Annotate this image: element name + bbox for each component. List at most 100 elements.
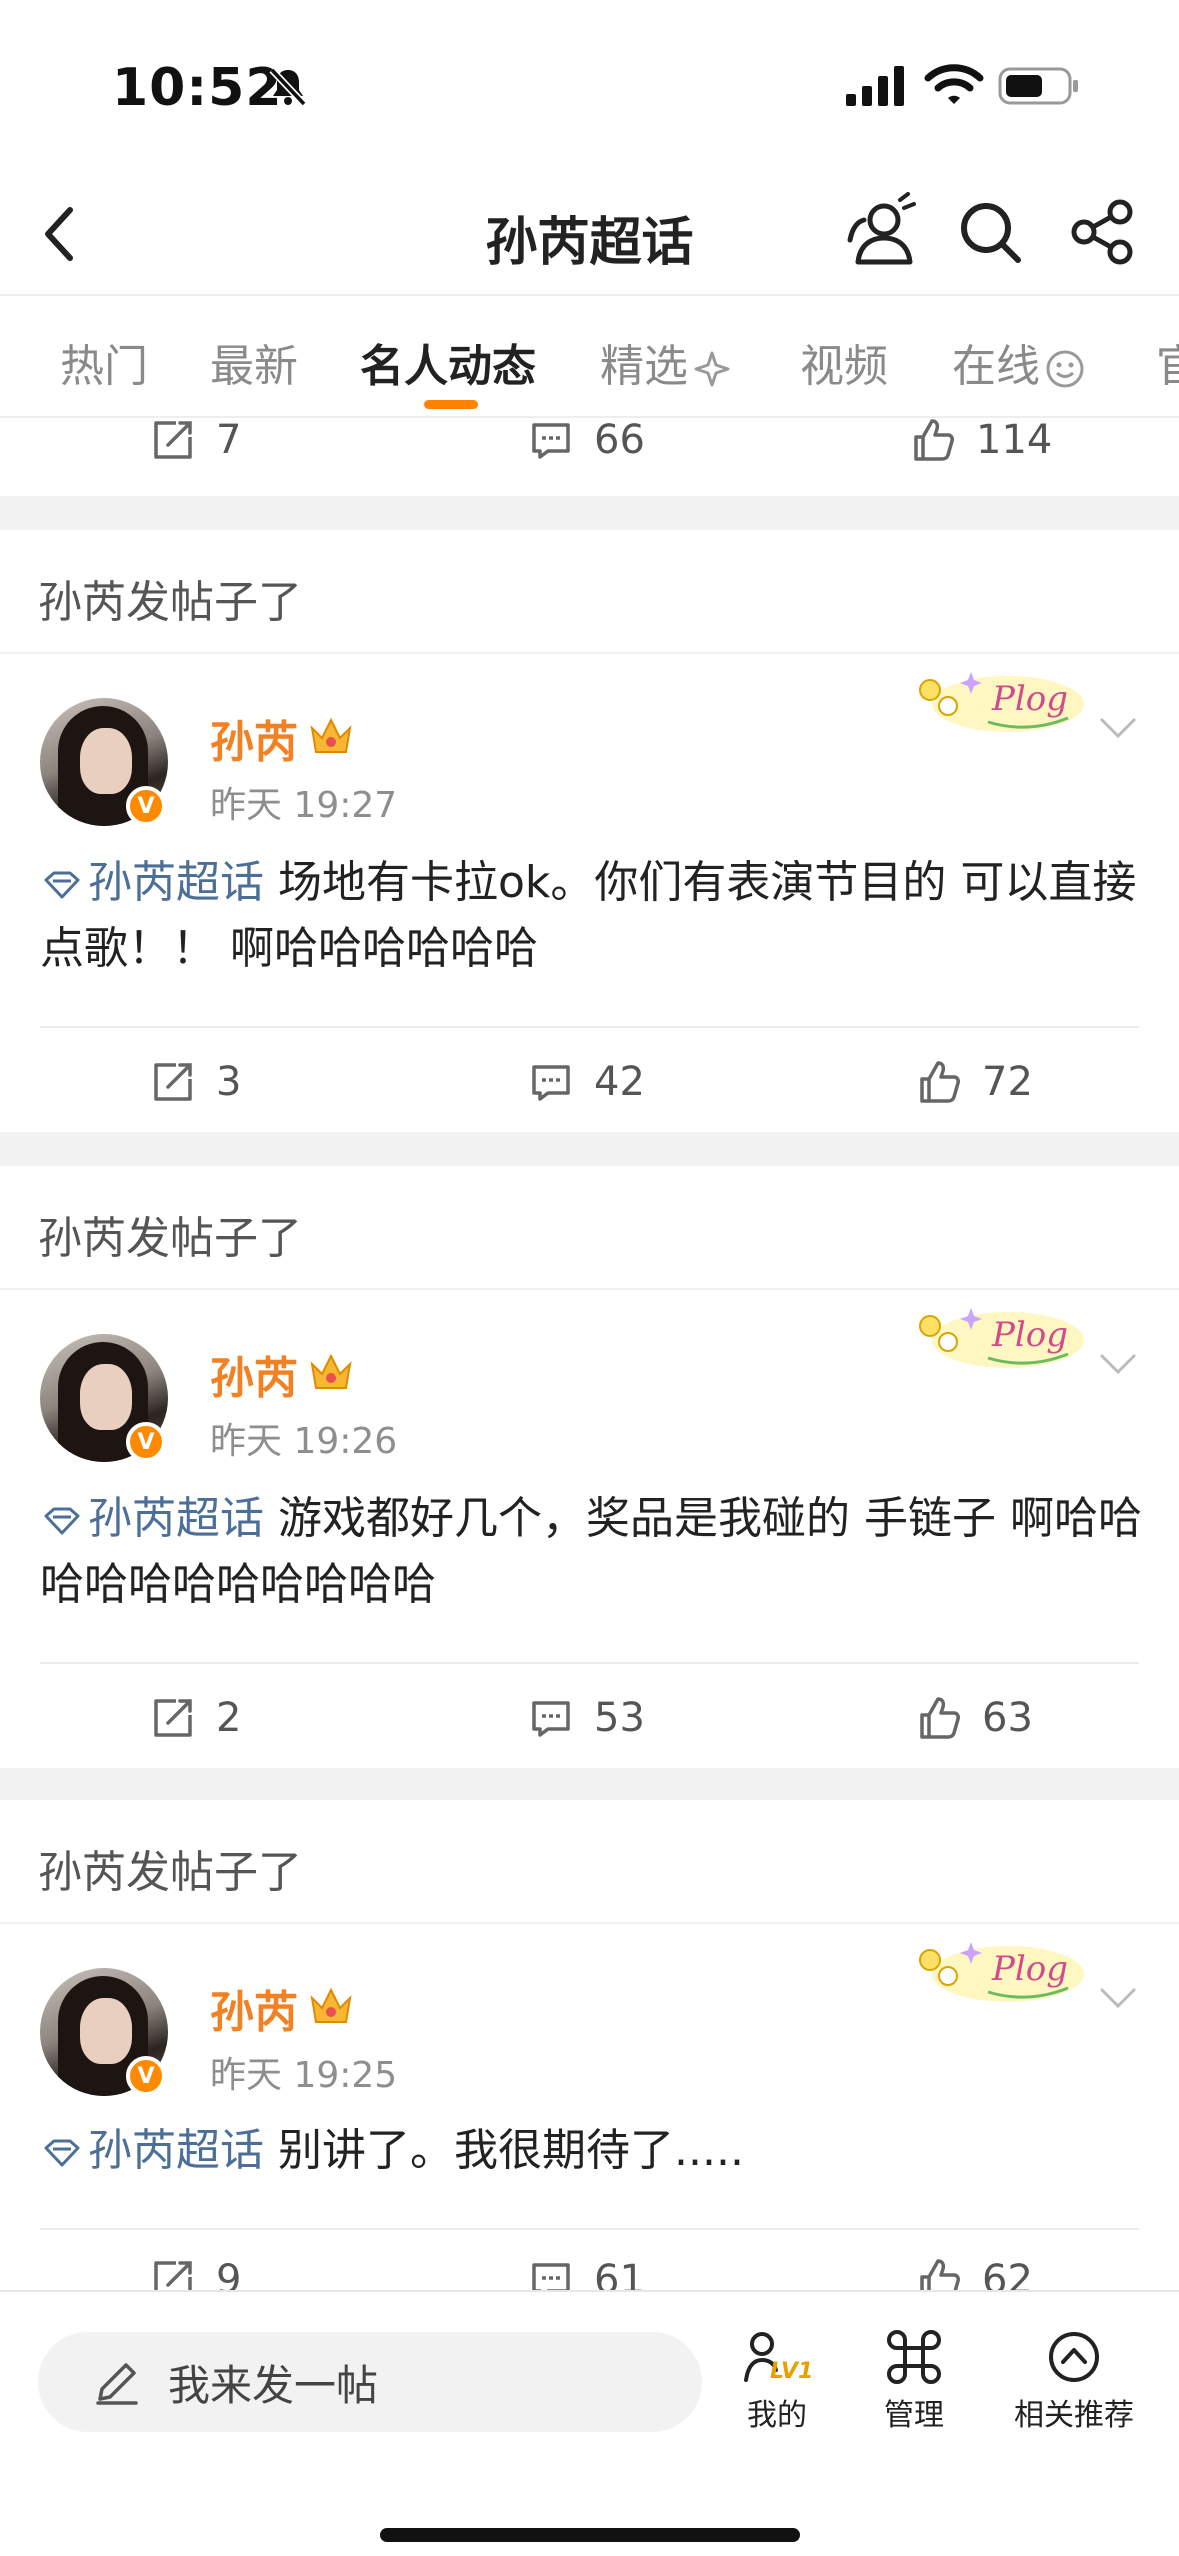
- comment-icon: [532, 1065, 570, 1101]
- author-name[interactable]: 孙芮: [210, 1342, 298, 1406]
- divider: [40, 1662, 1139, 1664]
- comment-count: 66: [594, 417, 645, 463]
- svg-text:Plog: Plog: [991, 1315, 1068, 1355]
- tab-official[interactable]: 官: [1156, 330, 1179, 394]
- divider: [0, 1922, 1179, 1924]
- author-name[interactable]: 孙芮: [210, 706, 298, 770]
- post-content: 孙芮超话 别讲了。我很期待了.....: [40, 2118, 1150, 2184]
- post-content: 孙芮超话 场地有卡拉ok。你们有表演节目的 可以直接点歌！！ 啊哈哈哈哈哈哈: [40, 850, 1150, 982]
- post-time: 昨天 19:26: [210, 1421, 398, 1462]
- user-level-icon: LV1: [744, 2332, 813, 2384]
- nav-mine-label: 我的: [747, 2398, 807, 2433]
- topic-link[interactable]: 孙芮超话: [40, 1493, 264, 1544]
- comment-count: 42: [594, 1059, 645, 1105]
- repost-count: 3: [216, 1059, 242, 1105]
- comment-button[interactable]: 66: [528, 390, 645, 490]
- cellular-signal-icon: [846, 66, 904, 106]
- verified-badge: V: [126, 2056, 166, 2096]
- section-header: 孙芮发帖子了: [38, 1847, 302, 1898]
- comment-icon: [532, 1701, 570, 1737]
- post-actions: 7 66 114: [0, 390, 1179, 490]
- section-header: 孙芮发帖子了: [38, 577, 302, 628]
- search-icon[interactable]: [952, 194, 1028, 270]
- repost-count: 2: [216, 1695, 242, 1741]
- svg-text:Plog: Plog: [991, 679, 1068, 719]
- thumbs-up-icon: [914, 419, 954, 461]
- svg-text:LV1: LV1: [770, 2359, 813, 2384]
- members-icon[interactable]: [838, 190, 920, 274]
- comment-count: 53: [594, 1695, 645, 1741]
- compose-post-button[interactable]: 我来发一帖: [38, 2332, 702, 2432]
- battery-icon: [998, 67, 1078, 105]
- like-button[interactable]: 72: [916, 1032, 1033, 1132]
- verified-badge: V: [126, 786, 166, 826]
- nav-related-recommend[interactable]: 相关推荐: [1004, 2328, 1144, 2434]
- command-icon: [887, 2330, 941, 2384]
- chevron-down-icon[interactable]: [1098, 1352, 1138, 1378]
- like-count: 72: [982, 1059, 1033, 1105]
- post-card: 孙芮发帖子了 V 孙芮 昨天 19:26 Plog 孙芮超话 游戏都好几个，奖品…: [0, 1166, 1179, 1768]
- post-card: 孙芮发帖子了 V 孙芮 昨天 19:27 Plog 孙芮超话 场地有卡拉ok。你…: [0, 530, 1179, 1132]
- wifi-icon: [924, 64, 984, 104]
- section-header: 孙芮发帖子了: [38, 1213, 302, 1264]
- topic-name: 孙芮超话: [88, 857, 264, 908]
- smiley-icon: [1046, 350, 1084, 388]
- chevron-up-circle-icon: [1049, 2332, 1099, 2382]
- like-count: 63: [982, 1695, 1033, 1741]
- pencil-icon: [96, 2363, 138, 2405]
- like-button[interactable]: 63: [916, 1668, 1033, 1768]
- nav-recommend-label: 相关推荐: [1014, 2398, 1134, 2433]
- comment-button[interactable]: 53: [528, 1668, 645, 1768]
- repost-button[interactable]: 3: [150, 1032, 241, 1132]
- thumbs-up-icon: [920, 1697, 960, 1739]
- tab-latest[interactable]: 最新: [210, 330, 298, 394]
- topic-diamond-icon: [44, 2139, 80, 2167]
- tab-video[interactable]: 视频: [800, 330, 888, 394]
- tab-online[interactable]: 在线: [952, 330, 1086, 394]
- like-button[interactable]: 114: [910, 390, 1052, 490]
- bottom-bar: 我来发一帖 LV1 我的 管理 相关推荐: [0, 2290, 1179, 2556]
- sparkle-icon: [694, 351, 730, 387]
- plog-sticker: Plog: [919, 672, 1084, 732]
- repost-button[interactable]: 2: [150, 1668, 241, 1768]
- crown-icon: [310, 1353, 352, 1389]
- tab-online-label: 在线: [952, 341, 1040, 392]
- bell-muted-icon: [269, 67, 307, 107]
- topic-diamond-icon: [44, 1507, 80, 1535]
- verified-badge: V: [126, 1422, 166, 1462]
- chevron-down-icon[interactable]: [1098, 716, 1138, 742]
- compose-placeholder: 我来发一帖: [168, 2360, 379, 2410]
- topic-link[interactable]: 孙芮超话: [40, 857, 264, 908]
- topic-diamond-icon: [44, 871, 80, 899]
- chevron-down-icon[interactable]: [1098, 1986, 1138, 2012]
- divider: [0, 652, 1179, 654]
- post-time: 昨天 19:25: [210, 2055, 398, 2096]
- crown-icon: [310, 1987, 352, 2023]
- repost-icon: [154, 1063, 192, 1101]
- tab-featured[interactable]: 精选: [600, 330, 732, 394]
- comment-button[interactable]: 42: [528, 1032, 645, 1132]
- post-actions: 3 42 72: [0, 1032, 1179, 1132]
- topic-name: 孙芮超话: [88, 2125, 264, 2176]
- comment-icon: [532, 423, 570, 459]
- repost-icon: [154, 1699, 192, 1737]
- share-icon[interactable]: [1068, 196, 1138, 268]
- nav-manage-label: 管理: [884, 2398, 944, 2433]
- status-bar: 10:52: [0, 0, 1179, 176]
- author-name[interactable]: 孙芮: [210, 1976, 298, 2040]
- nav-manage[interactable]: 管理: [872, 2328, 956, 2434]
- tab-featured-label: 精选: [600, 341, 688, 392]
- like-count: 114: [976, 417, 1053, 463]
- divider: [0, 1288, 1179, 1290]
- top-nav-bar: 孙芮超话: [0, 176, 1179, 294]
- status-time: 10:52: [112, 58, 283, 118]
- tab-celebrity-updates[interactable]: 名人动态: [360, 330, 536, 394]
- topic-name: 孙芮超话: [88, 1493, 264, 1544]
- post-card: 孙芮发帖子了 V 孙芮 昨天 19:25 Plog 孙芮超话 别讲了。我很期待了…: [0, 1800, 1179, 2303]
- post-content: 孙芮超话 游戏都好几个，奖品是我碰的 手链子 啊哈哈哈哈哈哈哈哈哈哈哈: [40, 1486, 1150, 1618]
- repost-button[interactable]: 7: [150, 390, 241, 490]
- topic-link[interactable]: 孙芮超话: [40, 2125, 264, 2176]
- tab-hot[interactable]: 热门: [60, 330, 148, 394]
- thumbs-up-icon: [920, 1061, 960, 1103]
- nav-mine[interactable]: LV1 我的: [740, 2328, 814, 2434]
